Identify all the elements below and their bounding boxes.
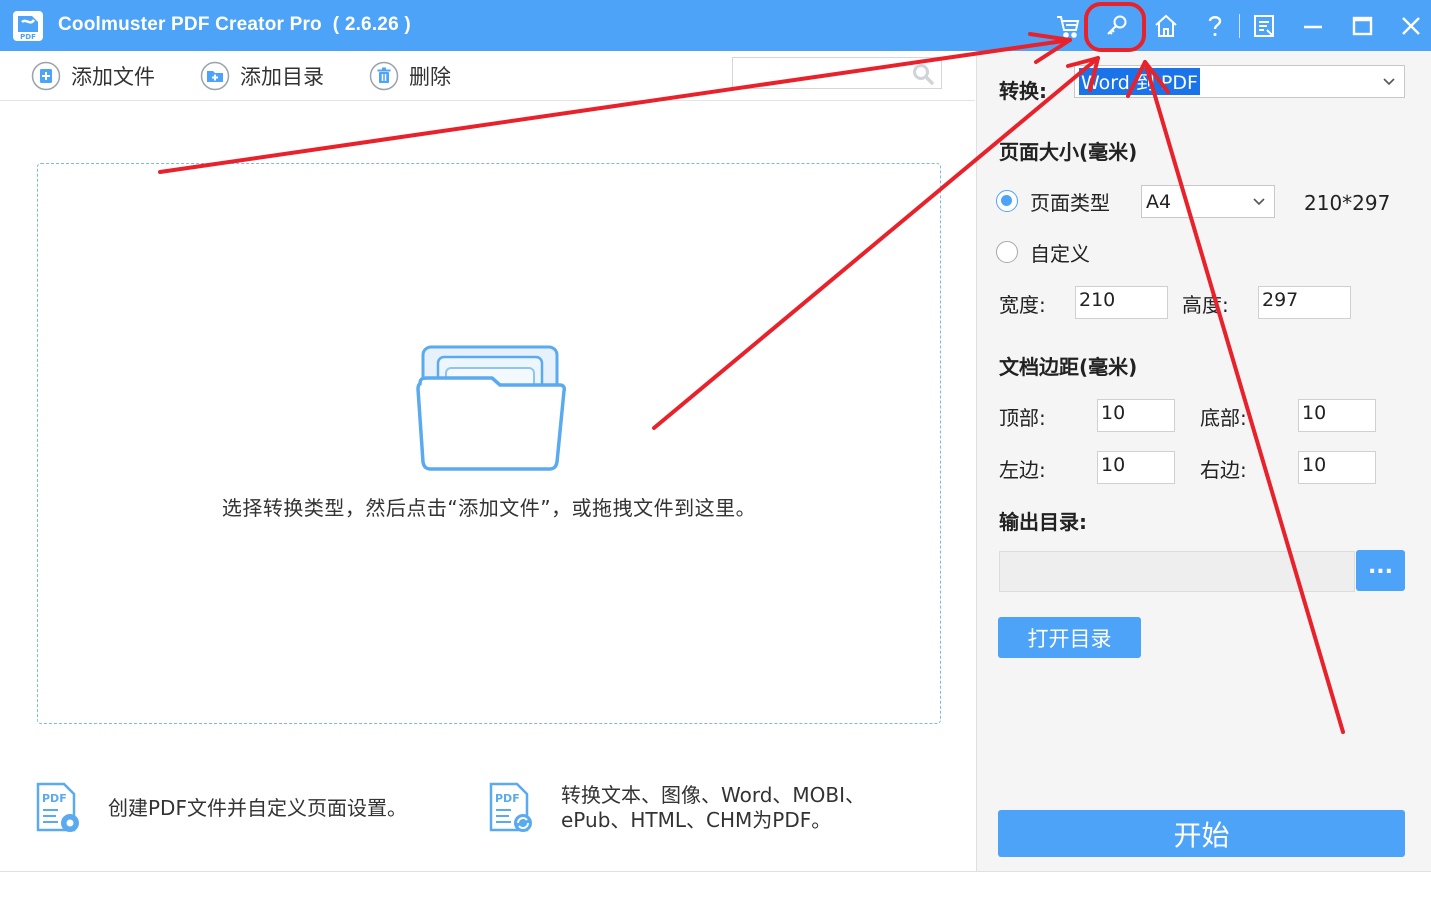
feature-convert-text: 转换文本、图像、Word、MOBI、 ePub、HTML、CHM为PDF。: [561, 783, 865, 833]
height-field[interactable]: 297: [1258, 286, 1351, 319]
browse-button[interactable]: ...: [1356, 550, 1405, 591]
chevron-down-icon: [1383, 78, 1395, 86]
page-size-heading: 页面大小(毫米): [999, 140, 1138, 164]
add-file-label: 添加文件: [71, 65, 155, 89]
chevron-down-icon: [1253, 198, 1265, 206]
app-logo-icon: PDF: [12, 10, 44, 42]
output-path-field[interactable]: [999, 551, 1355, 592]
page-dimensions: 210*297: [1304, 191, 1391, 215]
page-type-radio[interactable]: [996, 190, 1018, 212]
open-directory-button[interactable]: 打开目录: [998, 617, 1141, 658]
bottom-margin-field[interactable]: 10: [1298, 399, 1376, 432]
settings-panel: 转换: Word 到 PDF 页面大小(毫米) 页面类型 A4 210*297 …: [976, 51, 1431, 871]
feature-text-line: 转换文本、图像、Word、MOBI、: [561, 783, 866, 807]
height-label: 高度:: [1182, 293, 1229, 317]
feature-text-line: 创建PDF文件并自定义页面设置。: [108, 795, 407, 820]
feedback-icon[interactable]: [1246, 8, 1282, 44]
feature-create-pdf: PDF 创建PDF文件并自定义页面设置。: [36, 782, 407, 834]
pdf-convert-icon: PDF: [489, 782, 532, 832]
toolbar: 添加文件 添加目录 删除: [0, 51, 975, 101]
right-margin-field[interactable]: 10: [1298, 451, 1376, 484]
cart-icon[interactable]: [1050, 8, 1086, 44]
add-folder-button[interactable]: 添加目录: [200, 59, 324, 93]
left-margin-label: 左边:: [999, 458, 1046, 482]
convert-type-select[interactable]: Word 到 PDF: [1074, 65, 1405, 98]
trash-icon: [369, 61, 399, 91]
drop-zone[interactable]: 选择转换类型，然后点击“添加文件”，或拖拽文件到这里。: [37, 163, 941, 724]
svg-text:PDF: PDF: [495, 792, 520, 805]
logo-text: PDF: [20, 33, 36, 41]
page-type-label: 页面类型: [1030, 191, 1110, 215]
search-icon[interactable]: [911, 62, 935, 86]
titlebar-divider: [1239, 14, 1240, 38]
margin-heading: 文档边距(毫米): [999, 355, 1138, 379]
feature-convert: PDF 转换文本、图像、Word、MOBI、 ePub、HTML、CHM为PDF…: [489, 782, 865, 834]
status-bar: [0, 871, 1431, 921]
convert-type-value: Word 到 PDF: [1079, 68, 1200, 95]
key-icon[interactable]: [1099, 8, 1135, 44]
width-label: 宽度:: [999, 293, 1046, 317]
feature-create-pdf-text: 创建PDF文件并自定义页面设置。: [108, 796, 407, 821]
add-file-button[interactable]: 添加文件: [31, 59, 155, 93]
page-type-value: A4: [1146, 190, 1172, 213]
svg-text:PDF: PDF: [42, 792, 67, 805]
delete-label: 删除: [409, 65, 451, 89]
output-dir-heading: 输出目录:: [999, 510, 1087, 534]
search-input[interactable]: [732, 57, 942, 89]
add-folder-label: 添加目录: [240, 65, 324, 89]
close-icon[interactable]: [1393, 8, 1429, 44]
pdf-settings-icon: PDF: [36, 782, 79, 832]
page-type-select[interactable]: A4: [1141, 185, 1275, 218]
minimize-icon[interactable]: [1295, 8, 1331, 44]
home-icon[interactable]: [1148, 8, 1184, 44]
top-margin-label: 顶部:: [999, 406, 1046, 430]
convert-label: 转换:: [999, 79, 1047, 103]
width-field[interactable]: 210: [1075, 286, 1168, 319]
help-icon[interactable]: [1197, 8, 1233, 44]
maximize-icon[interactable]: [1344, 8, 1380, 44]
file-area: 选择转换类型，然后点击“添加文件”，或拖拽文件到这里。 PDF 创建PDF文件并…: [0, 101, 975, 871]
feature-text-line: ePub、HTML、CHM为PDF。: [561, 808, 832, 832]
bottom-margin-label: 底部:: [1200, 406, 1247, 430]
custom-size-label: 自定义: [1030, 242, 1090, 266]
custom-size-radio[interactable]: [996, 241, 1018, 263]
drop-hint-text: 选择转换类型，然后点击“添加文件”，或拖拽文件到这里。: [221, 496, 757, 520]
window-title: Coolmuster PDF Creator Pro ( 2.6.26 ): [58, 14, 411, 35]
top-margin-field[interactable]: 10: [1097, 399, 1175, 432]
add-folder-icon: [200, 61, 230, 91]
left-margin-field[interactable]: 10: [1097, 451, 1175, 484]
add-file-icon: [31, 61, 61, 91]
folder-icon: [416, 345, 566, 471]
right-margin-label: 右边:: [1200, 458, 1247, 482]
start-button[interactable]: 开始: [998, 810, 1405, 857]
delete-button[interactable]: 删除: [369, 59, 451, 93]
title-bar: PDF Coolmuster PDF Creator Pro ( 2.6.26 …: [0, 0, 1431, 51]
